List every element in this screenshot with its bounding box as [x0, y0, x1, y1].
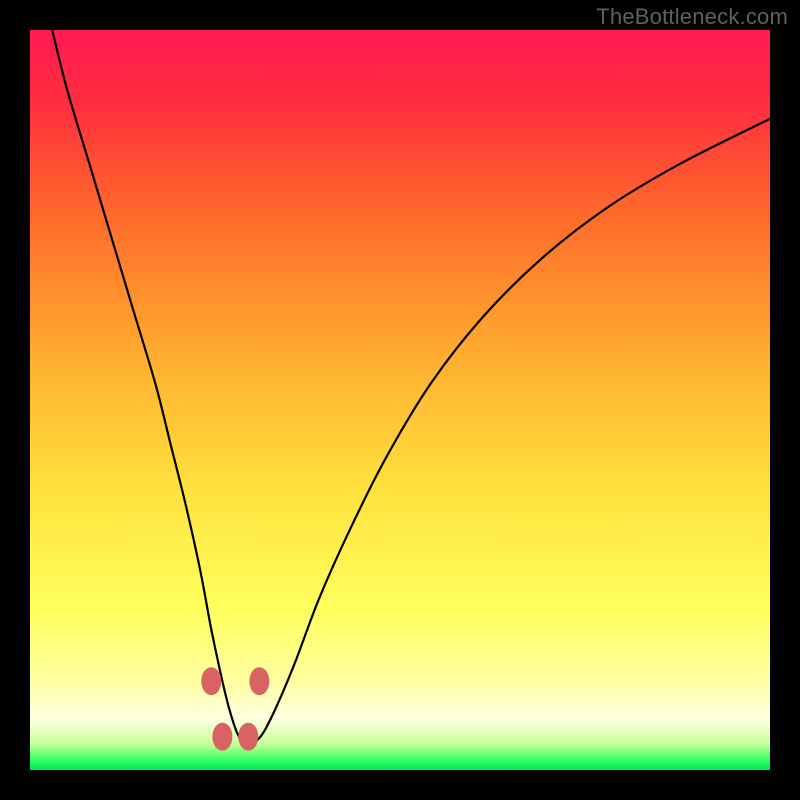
plot-area	[30, 30, 770, 770]
chart-frame: TheBottleneck.com	[0, 0, 800, 800]
curve-marker	[238, 723, 258, 751]
curve-marker	[249, 667, 269, 695]
curve-marker	[212, 723, 232, 751]
watermark-text: TheBottleneck.com	[596, 4, 788, 30]
curve-marker	[201, 667, 221, 695]
curve-markers	[30, 30, 770, 770]
